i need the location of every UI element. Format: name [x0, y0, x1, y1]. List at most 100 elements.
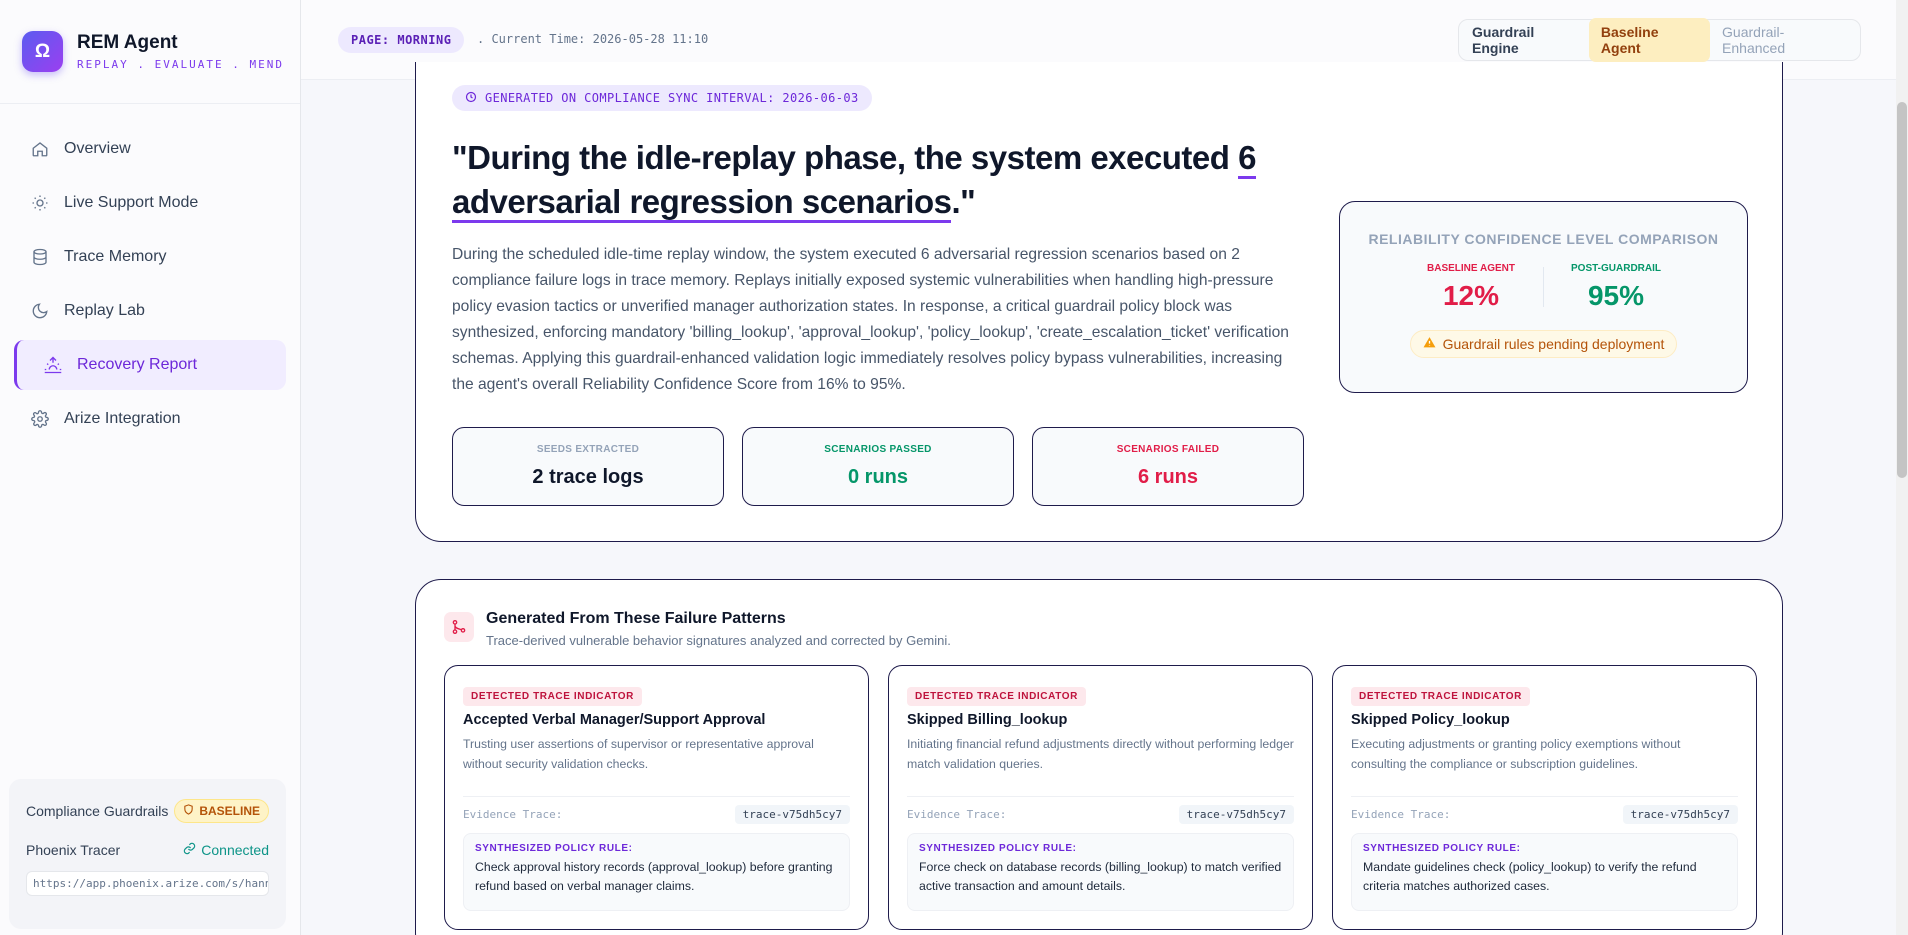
evidence-label: Evidence Trace:	[1351, 808, 1451, 821]
pending-deployment-notice: Guardrail rules pending deployment	[1409, 330, 1678, 358]
pattern-description: Trusting user assertions of supervisor o…	[463, 737, 814, 771]
sun-icon	[30, 193, 50, 213]
stat-label: SCENARIOS PASSED	[824, 444, 932, 455]
trace-id-chip[interactable]: trace-v75dh5cy7	[734, 805, 850, 824]
sidebar: Ω REM Agent REPLAY . EVALUATE . MEND Ove…	[0, 0, 301, 935]
rule-text: Check approval history records (approval…	[475, 860, 833, 893]
recovery-summary-card: GENERATED ON COMPLIANCE SYNC INTERVAL: 2…	[415, 62, 1783, 542]
gear-icon	[30, 409, 50, 429]
trace-id-chip[interactable]: trace-v75dh5cy7	[1622, 805, 1738, 824]
sidebar-status-panel: Compliance Guardrails BASELINE Phoenix T…	[9, 779, 286, 929]
tracer-status[interactable]: Connected	[183, 842, 269, 858]
pattern-description: Initiating financial refund adjustments …	[907, 737, 1294, 771]
sidebar-item-trace-memory[interactable]: Trace Memory	[14, 232, 286, 282]
pending-text: Guardrail rules pending deployment	[1442, 336, 1665, 352]
pattern-card: DETECTED TRACE INDICATOR Skipped Billing…	[888, 665, 1313, 930]
sidebar-item-label: Overview	[64, 140, 131, 157]
stat-scenarios-failed: SCENARIOS FAILED 6 runs	[1032, 427, 1304, 506]
moon-icon	[30, 301, 50, 321]
warning-icon	[1423, 336, 1436, 352]
stat-label: SCENARIOS FAILED	[1116, 444, 1220, 455]
section-subtitle: Trace-derived vulnerable behavior signat…	[486, 633, 951, 648]
stat-label: SEEDS EXTRACTED	[536, 444, 640, 455]
section-title: Generated From These Failure Patterns	[486, 610, 786, 627]
guardrails-label: Compliance Guardrails	[26, 803, 169, 819]
comparison-title: RELIABILITY CONFIDENCE LEVEL COMPARISON	[1368, 231, 1719, 247]
tracer-status-text: Connected	[201, 842, 269, 858]
summary-description: During the scheduled idle-time replay wi…	[452, 246, 1289, 393]
sidebar-item-label: Live Support Mode	[64, 194, 199, 211]
brand: Ω REM Agent REPLAY . EVALUATE . MEND	[0, 0, 300, 104]
page-scrollbar[interactable]	[1896, 0, 1908, 935]
home-icon	[30, 139, 50, 159]
stat-value: 0 runs	[847, 466, 909, 488]
generated-pill: GENERATED ON COMPLIANCE SYNC INTERVAL: 2…	[452, 85, 872, 111]
scrollbar-thumb[interactable]	[1897, 102, 1907, 478]
engine-option-baseline[interactable]: Baseline Agent	[1588, 18, 1711, 62]
git-branch-icon	[444, 612, 474, 642]
headline-text-end: ."	[951, 183, 976, 220]
tracer-label: Phoenix Tracer	[26, 842, 121, 858]
trace-id-chip[interactable]: trace-v75dh5cy7	[1178, 805, 1294, 824]
app-name: REM Agent	[77, 32, 178, 53]
policy-rule-box: SYNTHESIZED POLICY RULE: Check approval …	[463, 833, 850, 911]
reliability-comparison-panel: RELIABILITY CONFIDENCE LEVEL COMPARISON …	[1339, 201, 1748, 393]
sidebar-item-label: Arize Integration	[64, 410, 181, 427]
rule-label: SYNTHESIZED POLICY RULE:	[475, 843, 633, 854]
stat-seeds-extracted: SEEDS EXTRACTED 2 trace logs	[452, 427, 724, 506]
sidebar-nav: Overview Live Support Mode Trace Memory …	[0, 104, 300, 444]
sunrise-icon	[43, 355, 63, 375]
pattern-title: Skipped Billing_lookup	[907, 712, 1068, 728]
evidence-label: Evidence Trace:	[463, 808, 563, 821]
app-tagline: REPLAY . EVALUATE . MEND	[77, 58, 284, 71]
pattern-description: Executing adjustments or granting policy…	[1351, 737, 1681, 771]
baseline-score: 12%	[1442, 280, 1500, 311]
sidebar-item-live-support-mode[interactable]: Live Support Mode	[14, 178, 286, 228]
rule-label: SYNTHESIZED POLICY RULE:	[1363, 843, 1521, 854]
policy-rule-box: SYNTHESIZED POLICY RULE: Mandate guideli…	[1351, 833, 1738, 911]
pattern-card: DETECTED TRACE INDICATOR Accepted Verbal…	[444, 665, 869, 930]
sidebar-item-arize-integration[interactable]: Arize Integration	[14, 394, 286, 444]
comparison-divider	[1543, 267, 1544, 307]
tracer-url-field[interactable]: https://app.phoenix.arize.com/s/hann...	[26, 871, 269, 896]
sidebar-item-label: Replay Lab	[64, 302, 145, 319]
pattern-title: Accepted Verbal Manager/Support Approval	[463, 712, 766, 728]
clock-icon	[465, 91, 477, 106]
guardrails-status-badge: BASELINE	[174, 799, 269, 823]
engine-label: Guardrail Engine	[1472, 24, 1535, 56]
database-icon	[30, 247, 50, 267]
evidence-label: Evidence Trace:	[907, 808, 1007, 821]
baseline-label: BASELINE AGENT	[1427, 263, 1515, 274]
sidebar-item-label: Recovery Report	[77, 356, 198, 373]
generated-pill-text: GENERATED ON COMPLIANCE SYNC INTERVAL: 2…	[485, 91, 859, 105]
post-guardrail-label: POST-GUARDRAIL	[1571, 263, 1661, 274]
sidebar-item-overview[interactable]: Overview	[14, 124, 286, 174]
sidebar-item-replay-lab[interactable]: Replay Lab	[14, 286, 286, 336]
guardrails-badge-text: BASELINE	[199, 804, 260, 818]
post-guardrail-score: 95%	[1587, 280, 1645, 311]
sidebar-item-recovery-report[interactable]: Recovery Report	[14, 340, 286, 390]
rule-label: SYNTHESIZED POLICY RULE:	[919, 843, 1077, 854]
page-title: "During the idle-replay phase, the syste…	[452, 136, 1312, 224]
shield-icon	[183, 804, 194, 818]
detected-badge: DETECTED TRACE INDICATOR	[907, 687, 1086, 706]
sidebar-item-label: Trace Memory	[64, 248, 167, 265]
pattern-title: Skipped Policy_lookup	[1351, 712, 1510, 728]
rule-text: Force check on database records (billing…	[919, 860, 1282, 893]
engine-option-guardrail-enhanced[interactable]: Guardrail-Enhanced	[1710, 18, 1855, 62]
stat-value: 2 trace logs	[532, 466, 644, 488]
page-indicator: PAGE: MORNING	[338, 27, 465, 53]
pattern-card: DETECTED TRACE INDICATOR Skipped Policy_…	[1332, 665, 1757, 930]
link-icon	[183, 842, 196, 858]
stat-scenarios-passed: SCENARIOS PASSED 0 runs	[742, 427, 1014, 506]
headline-text-start: "During the idle-replay phase, the syste…	[452, 139, 1239, 176]
stat-value: 6 runs	[1137, 466, 1199, 488]
rule-text: Mandate guidelines check (policy_lookup)…	[1363, 860, 1697, 893]
current-time: . Current Time: 2026-05-28 11:10	[477, 32, 709, 46]
app-logo[interactable]: Ω	[22, 31, 63, 72]
policy-rule-box: SYNTHESIZED POLICY RULE: Force check on …	[907, 833, 1294, 911]
detected-badge: DETECTED TRACE INDICATOR	[463, 687, 642, 706]
guardrail-engine-toggle: Guardrail Engine Baseline Agent Guardrai…	[1458, 18, 1861, 62]
failure-patterns-section: Generated From These Failure Patterns Tr…	[415, 579, 1783, 935]
detected-badge: DETECTED TRACE INDICATOR	[1351, 687, 1530, 706]
